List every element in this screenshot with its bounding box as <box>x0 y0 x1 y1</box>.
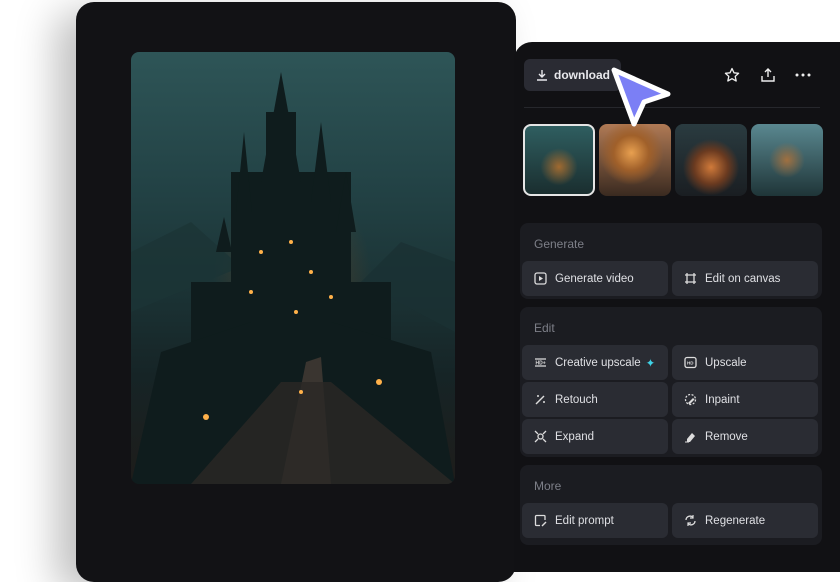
action-label: Creative upscale <box>555 356 641 369</box>
thumbnail-2[interactable] <box>599 124 671 196</box>
play-icon <box>534 272 547 285</box>
download-icon <box>537 70 547 81</box>
thumbnail-4[interactable] <box>751 124 823 196</box>
upscale-button[interactable]: HD Upscale <box>672 345 818 380</box>
svg-text:HD+: HD+ <box>536 360 546 366</box>
section-title: Edit <box>534 321 555 335</box>
generate-video-button[interactable]: Generate video <box>522 261 668 296</box>
main-castle-image <box>131 52 455 484</box>
edit-prompt-icon <box>534 514 547 527</box>
action-label: Regenerate <box>705 514 766 527</box>
action-label: Remove <box>705 430 748 443</box>
action-label: Retouch <box>555 393 598 406</box>
action-label: Edit prompt <box>555 514 614 527</box>
action-label: Expand <box>555 430 595 443</box>
svg-text:HD: HD <box>687 360 694 365</box>
inpaint-icon <box>684 393 697 406</box>
more-icon[interactable] <box>793 65 813 85</box>
crop-icon <box>685 273 696 284</box>
magic-wand-icon <box>535 395 545 405</box>
generate-section: Generate Generate video Edit on canvas <box>520 223 822 299</box>
thumbnail-1-selected[interactable] <box>523 124 595 196</box>
edit-section: Edit HD+ Creative upscale ✦ HD Upscale R… <box>520 307 822 457</box>
section-title: More <box>534 479 562 493</box>
more-section: More Edit prompt Regenerate <box>520 465 822 545</box>
expand-icon <box>534 430 547 443</box>
section-title: Generate <box>534 237 585 251</box>
share-icon[interactable] <box>758 65 778 85</box>
inpaint-button[interactable]: Inpaint <box>672 382 818 417</box>
remove-button[interactable]: Remove <box>672 419 818 454</box>
action-label: Inpaint <box>705 393 740 406</box>
castle-illustration <box>131 72 455 484</box>
eraser-icon <box>685 433 695 443</box>
download-label: download <box>554 68 610 82</box>
regenerate-icon <box>685 515 696 526</box>
regenerate-button[interactable]: Regenerate <box>672 503 818 538</box>
star-icon[interactable] <box>722 65 742 85</box>
retouch-button[interactable]: Retouch <box>522 382 668 417</box>
image-preview-card <box>76 2 516 582</box>
creative-upscale-button[interactable]: HD+ Creative upscale ✦ <box>522 345 668 380</box>
sparkle-icon: ✦ <box>645 357 656 370</box>
edit-on-canvas-button[interactable]: Edit on canvas <box>672 261 818 296</box>
action-label: Upscale <box>705 356 747 369</box>
thumbnail-3[interactable] <box>675 124 747 196</box>
hd-plus-icon: HD+ <box>535 358 546 367</box>
action-label: Edit on canvas <box>705 272 781 285</box>
expand-button[interactable]: Expand <box>522 419 668 454</box>
edit-prompt-button[interactable]: Edit prompt <box>522 503 668 538</box>
hd-icon: HD <box>684 356 697 369</box>
action-label: Generate video <box>555 272 634 285</box>
cursor-pointer-icon <box>611 67 671 127</box>
